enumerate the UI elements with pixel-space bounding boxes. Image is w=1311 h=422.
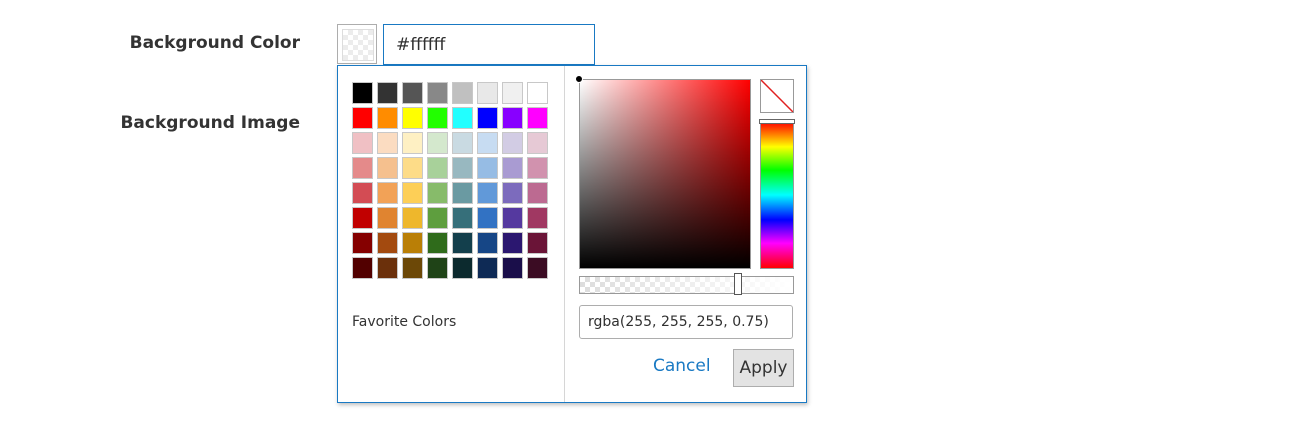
color-swatch[interactable] [427,157,448,179]
hue-slider[interactable] [759,119,795,269]
palette-pane: Favorite Colors [338,66,565,402]
color-swatch[interactable] [502,107,523,129]
swatch-row [352,157,552,179]
swatch-row [352,232,552,254]
color-swatch[interactable] [452,157,473,179]
swatch-row [352,257,552,279]
color-swatch[interactable] [477,207,498,229]
apply-button[interactable]: Apply [733,349,794,387]
color-swatch[interactable] [377,132,398,154]
color-swatch[interactable] [427,132,448,154]
color-swatch[interactable] [452,182,473,204]
color-swatch[interactable] [527,182,548,204]
color-swatch[interactable] [502,82,523,104]
color-swatch[interactable] [452,82,473,104]
color-swatch[interactable] [477,182,498,204]
color-swatch[interactable] [402,257,423,279]
color-swatch[interactable] [502,157,523,179]
color-swatch[interactable] [352,132,373,154]
color-swatch[interactable] [527,207,548,229]
swatch-row [352,107,552,129]
color-swatch[interactable] [427,182,448,204]
picker-pane: Cancel Apply [565,66,806,402]
color-swatch[interactable] [452,207,473,229]
color-swatch[interactable] [377,82,398,104]
color-swatch[interactable] [477,82,498,104]
favorite-colors-label: Favorite Colors [352,314,457,330]
color-swatch[interactable] [527,132,548,154]
color-swatch[interactable] [427,207,448,229]
color-swatch[interactable] [377,182,398,204]
color-swatch[interactable] [477,232,498,254]
color-swatch[interactable] [477,257,498,279]
color-swatch[interactable] [477,107,498,129]
color-swatch[interactable] [352,182,373,204]
color-swatch[interactable] [452,232,473,254]
color-swatch[interactable] [502,232,523,254]
color-swatch[interactable] [402,232,423,254]
swatch-row [352,82,552,104]
color-swatch[interactable] [402,132,423,154]
swatch-grid [352,82,552,282]
swatch-row [352,132,552,154]
swatch-row [352,207,552,229]
no-color-slash-icon [761,80,793,112]
background-color-label: Background Color [129,33,300,53]
color-swatch[interactable] [452,107,473,129]
saturation-value-handle[interactable] [575,75,583,83]
color-swatch[interactable] [502,132,523,154]
no-color-swatch[interactable] [760,79,794,113]
alpha-slider[interactable] [579,273,794,295]
color-swatch[interactable] [502,257,523,279]
color-swatch[interactable] [402,182,423,204]
color-swatch[interactable] [477,132,498,154]
color-swatch[interactable] [452,257,473,279]
color-picker-popup: Favorite Colors Cancel Apply [337,65,807,403]
color-swatch[interactable] [402,82,423,104]
color-swatch[interactable] [427,257,448,279]
color-swatch[interactable] [427,82,448,104]
cancel-button[interactable]: Cancel [653,356,711,376]
color-swatch[interactable] [527,257,548,279]
transparency-checker-icon [342,29,374,61]
color-swatch[interactable] [502,182,523,204]
color-swatch[interactable] [352,82,373,104]
color-swatch[interactable] [377,232,398,254]
color-swatch[interactable] [452,132,473,154]
color-swatch[interactable] [377,107,398,129]
color-swatch[interactable] [477,157,498,179]
color-swatch[interactable] [427,232,448,254]
color-swatch[interactable] [527,157,548,179]
rgba-input[interactable] [579,305,793,339]
color-swatch[interactable] [402,207,423,229]
color-swatch[interactable] [352,257,373,279]
color-swatch[interactable] [377,207,398,229]
background-image-label: Background Image [120,113,300,133]
color-preview-button[interactable] [337,24,377,64]
saturation-value-area[interactable] [575,75,751,269]
color-swatch[interactable] [377,157,398,179]
color-swatch[interactable] [527,232,548,254]
color-swatch[interactable] [427,107,448,129]
alpha-slider-handle[interactable] [734,273,742,295]
swatch-row [352,182,552,204]
color-swatch[interactable] [377,257,398,279]
color-swatch[interactable] [352,107,373,129]
color-swatch[interactable] [527,107,548,129]
hue-slider-handle[interactable] [759,119,795,124]
color-swatch[interactable] [352,207,373,229]
color-swatch[interactable] [402,157,423,179]
hex-color-input[interactable] [383,24,595,65]
color-swatch[interactable] [352,157,373,179]
color-swatch[interactable] [402,107,423,129]
color-swatch[interactable] [527,82,548,104]
color-swatch[interactable] [352,232,373,254]
color-swatch[interactable] [502,207,523,229]
